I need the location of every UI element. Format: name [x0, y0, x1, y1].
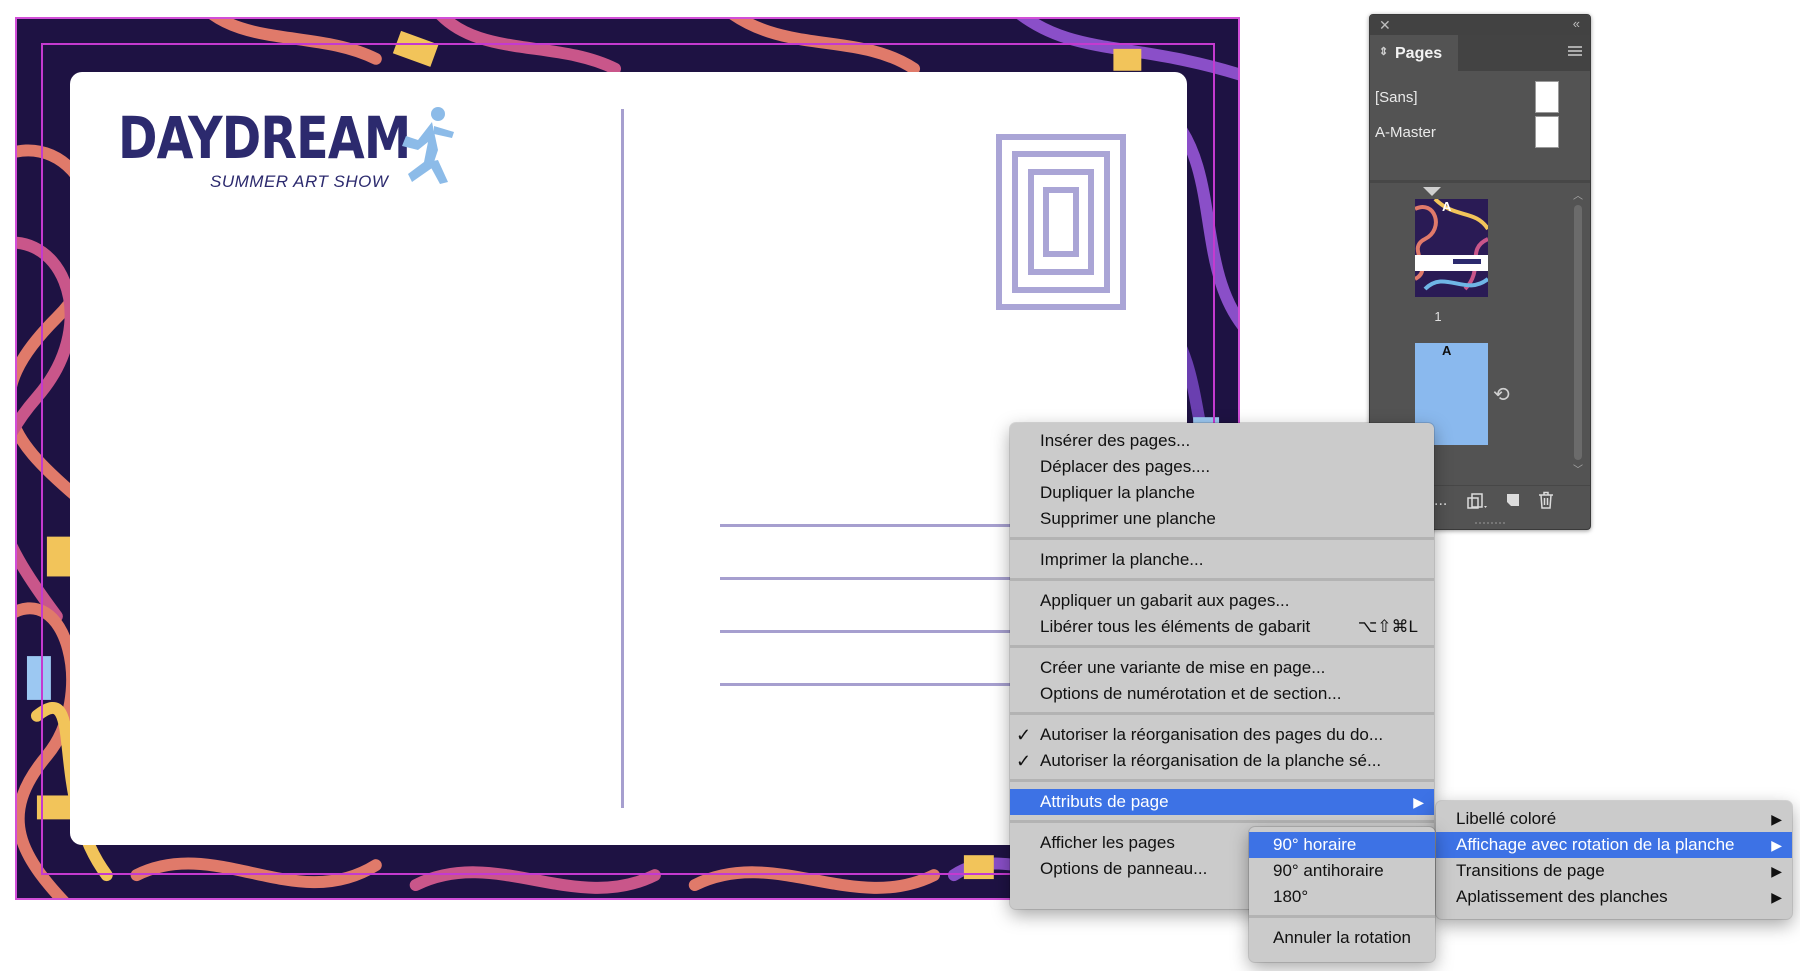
page-attributes-submenu: Libellé coloré ▶ Affichage avec rotation… — [1436, 801, 1792, 919]
menu-item-numbering-options[interactable]: Options de numérotation et de section... — [1010, 681, 1434, 707]
menu-item-label: Transitions de page — [1456, 861, 1605, 880]
menu-item-label: Supprimer une planche — [1040, 509, 1216, 528]
menu-item-label: 90° antihoraire — [1273, 861, 1384, 880]
menu-item-label: Libellé coloré — [1456, 809, 1557, 828]
submenu-arrow-icon: ▶ — [1771, 889, 1782, 905]
menu-item-print-spread[interactable]: Imprimer la planche... — [1010, 547, 1434, 573]
menu-item-label: Attributs de page — [1040, 792, 1169, 811]
current-page-marker — [1423, 187, 1441, 196]
submenu-arrow-icon: ▶ — [1771, 837, 1782, 853]
menu-item-move-pages[interactable]: Déplacer des pages.... — [1010, 454, 1434, 480]
master-row-none[interactable]: [Sans] — [1370, 79, 1590, 119]
submenu-arrow-icon: ▶ — [1413, 794, 1424, 810]
menu-item-apply-master[interactable]: Appliquer un gabarit aux pages... — [1010, 588, 1434, 614]
panel-menu-icon[interactable] — [1568, 45, 1582, 57]
menu-item-rotate-180[interactable]: 180° — [1249, 884, 1435, 910]
scroll-down-icon[interactable]: ﹀ — [1573, 461, 1583, 476]
more-options-button[interactable]: ... — [1434, 492, 1447, 510]
menu-item-delete-spread[interactable]: Supprimer une planche — [1010, 506, 1434, 532]
menu-item-label: Options de panneau... — [1040, 859, 1208, 878]
menu-item-label: Annuler la rotation — [1273, 928, 1411, 947]
submenu-arrow-icon: ▶ — [1771, 863, 1782, 879]
page-number: 1 — [1434, 309, 1442, 324]
menu-item-label: Afficher les pages — [1040, 833, 1175, 852]
panel-resize-grip[interactable] — [1475, 522, 1505, 528]
submenu-arrow-icon: ▶ — [1771, 811, 1782, 827]
tab-pages[interactable]: ⇕ Pages — [1370, 35, 1458, 71]
menu-item-label: Affichage avec rotation de la planche — [1456, 835, 1735, 854]
checkmark-icon: ✓ — [1016, 725, 1032, 745]
master-badge: A — [1442, 199, 1452, 214]
logo-wordmark: DAYDREAM — [118, 104, 411, 172]
menu-item-rotate-spread-view[interactable]: Affichage avec rotation de la planche ▶ — [1436, 832, 1792, 858]
menu-item-spread-flattening[interactable]: Aplatissement des planches ▶ — [1436, 884, 1792, 910]
scroll-up-icon[interactable]: ︿ — [1573, 187, 1583, 202]
menu-item-page-attributes[interactable]: Attributs de page ▶ — [1010, 789, 1434, 815]
menu-item-color-label[interactable]: Libellé coloré ▶ — [1436, 806, 1792, 832]
menu-item-label: Imprimer la planche... — [1040, 550, 1204, 569]
menu-item-label: 90° horaire — [1273, 835, 1357, 854]
menu-item-label: 180° — [1273, 887, 1309, 906]
master-badge: A — [1442, 343, 1452, 358]
scroll-thumb[interactable] — [1574, 205, 1582, 460]
master-label: A-Master — [1375, 124, 1436, 141]
menu-item-label: Insérer des pages... — [1040, 431, 1191, 450]
page-thumbnail-art — [1415, 199, 1488, 297]
postcard-divider — [621, 109, 624, 808]
rotate-icon: ⟲ — [1493, 384, 1510, 406]
new-page-icon[interactable] — [1505, 492, 1521, 508]
menu-separator — [1010, 537, 1434, 540]
menu-separator — [1010, 820, 1434, 823]
page-size-icon[interactable] — [1466, 492, 1488, 510]
menu-item-insert-pages[interactable]: Insérer des pages... — [1010, 428, 1434, 454]
tab-pages-label: Pages — [1395, 45, 1443, 62]
checkmark-icon: ✓ — [1016, 751, 1032, 771]
menu-separator — [1010, 712, 1434, 715]
master-label: [Sans] — [1375, 89, 1418, 106]
rotation-submenu: 90° horaire 90° antihoraire 180° Annuler… — [1249, 827, 1435, 962]
menu-item-allow-selected-spread-shuffle[interactable]: ✓ Autoriser la réorganisation de la plan… — [1010, 748, 1434, 774]
master-row-a-master[interactable]: A-Master — [1370, 114, 1590, 154]
close-icon[interactable]: ✕ — [1379, 17, 1391, 34]
menu-item-allow-document-pages-shuffle[interactable]: ✓ Autoriser la réorganisation des pages … — [1010, 722, 1434, 748]
collapse-icon[interactable]: « — [1573, 16, 1580, 31]
master-thumbnail[interactable] — [1535, 81, 1559, 113]
tab-arrows-icon: ⇕ — [1379, 46, 1389, 58]
menu-item-create-alternate-layout[interactable]: Créer une variante de mise en page... — [1010, 655, 1434, 681]
menu-separator — [1249, 915, 1435, 918]
menu-item-page-transitions[interactable]: Transitions de page ▶ — [1436, 858, 1792, 884]
logo-figure-icon — [402, 107, 454, 184]
panel-titlebar[interactable]: ✕ « — [1370, 15, 1590, 35]
menu-item-label: Options de numérotation et de section... — [1040, 684, 1342, 703]
menu-item-override-master-items[interactable]: Libérer tous les éléments de gabarit ⌥⇧⌘… — [1010, 614, 1434, 640]
menu-separator — [1010, 578, 1434, 581]
panel-scrollbar[interactable]: ︿ ﹀ — [1571, 189, 1585, 481]
menu-item-label: Déplacer des pages.... — [1040, 457, 1211, 476]
menu-item-label: Autoriser la réorganisation de la planch… — [1040, 751, 1382, 770]
menu-item-label: Dupliquer la planche — [1040, 483, 1195, 502]
menu-item-label: Appliquer un gabarit aux pages... — [1040, 591, 1290, 610]
menu-separator — [1010, 779, 1434, 782]
menu-item-label: Aplatissement des planches — [1456, 887, 1668, 906]
menu-item-clear-rotation[interactable]: Annuler la rotation — [1249, 925, 1435, 951]
master-thumbnail[interactable] — [1535, 116, 1559, 148]
menu-item-label: Créer une variante de mise en page... — [1040, 658, 1326, 677]
menu-item-duplicate-spread[interactable]: Dupliquer la planche — [1010, 480, 1434, 506]
trash-icon[interactable] — [1538, 491, 1554, 509]
panel-tabbar: ⇕ Pages — [1370, 35, 1590, 71]
logo-subtitle: SUMMER ART SHOW — [210, 172, 389, 191]
menu-item-rotate-90-ccw[interactable]: 90° antihoraire — [1249, 858, 1435, 884]
menu-item-shortcut: ⌥⇧⌘L — [1357, 617, 1418, 636]
page-thumbnail-1[interactable]: A — [1415, 199, 1488, 297]
menu-item-rotate-90-cw[interactable]: 90° horaire — [1249, 832, 1435, 858]
menu-item-label: Libérer tous les éléments de gabarit — [1040, 617, 1311, 636]
menu-item-label: Autoriser la réorganisation des pages du… — [1040, 725, 1384, 744]
menu-separator — [1010, 645, 1434, 648]
stamp-placeholder — [996, 134, 1126, 310]
